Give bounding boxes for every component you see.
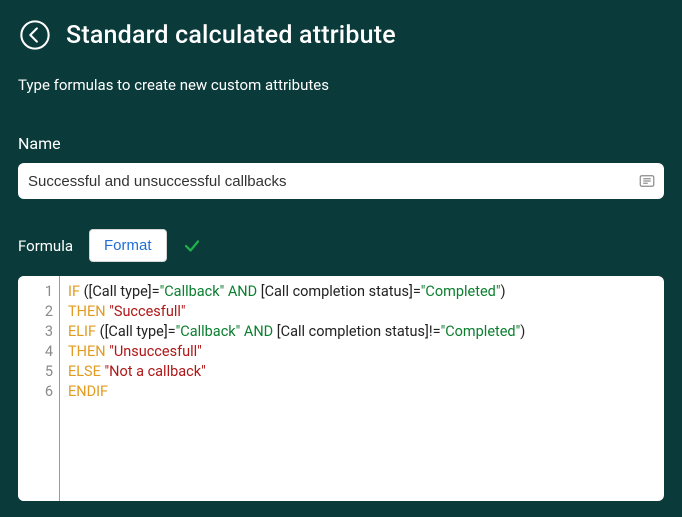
token-text: ): [500, 283, 505, 300]
token-bool: AND: [240, 323, 277, 340]
token-text: ): [520, 323, 525, 340]
code-line[interactable]: THEN "Unsuccesfull": [68, 342, 656, 362]
token-kw: THEN: [68, 303, 109, 320]
token-bool: "Callback": [160, 283, 225, 300]
token-text: [Call completion status]!=: [277, 323, 441, 340]
line-number: 1: [18, 282, 53, 302]
line-number: 4: [18, 342, 53, 362]
formula-label: Formula: [18, 237, 73, 255]
token-bool: "Completed": [421, 283, 501, 300]
line-number: 3: [18, 322, 53, 342]
token-kw: THEN: [68, 343, 109, 360]
token-bool: AND: [224, 283, 261, 300]
editor-code[interactable]: IF ([Call type]="Callback" AND [Call com…: [60, 276, 664, 501]
token-bool: "Completed": [441, 323, 521, 340]
token-kw: ELIF: [68, 323, 100, 340]
formula-editor[interactable]: 123456 IF ([Call type]="Callback" AND [C…: [18, 276, 664, 501]
token-kw: IF: [68, 283, 84, 300]
format-button[interactable]: Format: [89, 229, 167, 262]
code-line[interactable]: ENDIF: [68, 382, 656, 402]
token-bool: "Callback": [176, 323, 241, 340]
valid-icon: [183, 237, 201, 255]
token-kw: ENDIF: [68, 383, 108, 400]
page-subtitle: Type formulas to create new custom attri…: [18, 76, 664, 94]
page-title: Standard calculated attribute: [66, 21, 396, 50]
line-number: 5: [18, 362, 53, 382]
token-kw: ELSE: [68, 363, 105, 380]
name-input[interactable]: [18, 163, 664, 199]
token-text: [Call completion status]=: [261, 283, 421, 300]
token-text: ([Call type]=: [100, 323, 176, 340]
line-number: 6: [18, 382, 53, 402]
code-line[interactable]: ELIF ([Call type]="Callback" AND [Call c…: [68, 322, 656, 342]
token-str: "Not a callback": [105, 363, 206, 380]
code-line[interactable]: ELSE "Not a callback": [68, 362, 656, 382]
back-button[interactable]: [18, 18, 52, 52]
line-number: 2: [18, 302, 53, 322]
name-label: Name: [18, 134, 664, 153]
token-str: "Succesfull": [109, 303, 185, 320]
token-str: "Unsuccesfull": [109, 343, 202, 360]
token-text: ([Call type]=: [84, 283, 160, 300]
code-line[interactable]: THEN "Succesfull": [68, 302, 656, 322]
code-line[interactable]: IF ([Call type]="Callback" AND [Call com…: [68, 282, 656, 302]
editor-gutter: 123456: [18, 276, 60, 501]
